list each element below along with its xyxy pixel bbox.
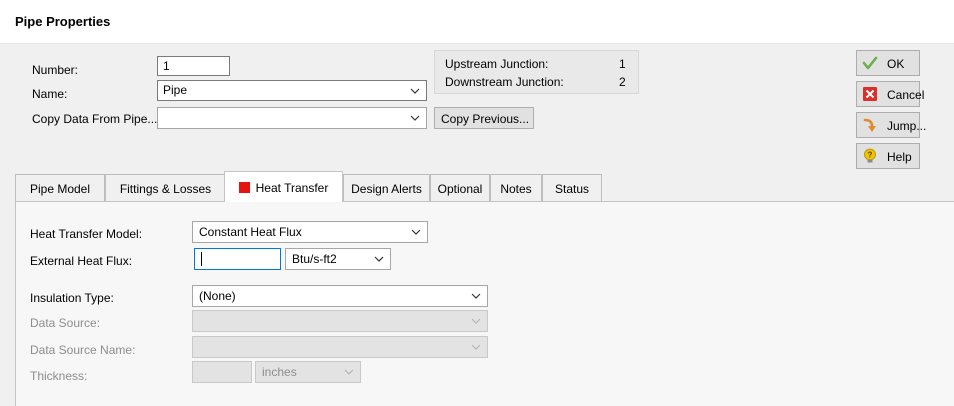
jump-arrow-icon <box>862 117 878 133</box>
tab-pipe-model[interactable]: Pipe Model <box>15 174 105 201</box>
help-label: Help <box>887 150 912 164</box>
number-label: Number: <box>32 63 79 77</box>
tab-notes[interactable]: Notes <box>490 174 542 201</box>
name-value: Pipe <box>163 83 188 97</box>
jump-label: Jump... <box>887 119 927 133</box>
chevron-down-icon <box>410 86 420 96</box>
chevron-down-icon <box>410 113 420 123</box>
insulation-type-label: Insulation Type: <box>30 291 114 305</box>
check-icon <box>862 55 878 71</box>
tab-optional-label: Optional <box>437 182 483 196</box>
ok-label: OK <box>887 57 905 71</box>
thickness-label: Thickness: <box>30 369 88 383</box>
title-bar <box>0 0 954 44</box>
tab-design-alerts-label: Design Alerts <box>351 182 422 196</box>
chevron-down-icon <box>411 227 421 237</box>
text-cursor <box>201 252 202 266</box>
flux-unit-select[interactable]: Btu/s-ft2 <box>285 248 391 270</box>
tab-pipe-model-label: Pipe Model <box>29 182 91 196</box>
chevron-down-icon <box>471 342 481 352</box>
tab-design-alerts[interactable]: Design Alerts <box>343 174 430 201</box>
data-source-name-label: Data Source Name: <box>30 343 136 357</box>
thickness-input[interactable] <box>192 361 252 383</box>
tab-notes-label: Notes <box>500 182 532 196</box>
cancel-label: Cancel <box>887 88 925 102</box>
downstream-junction-label: Downstream Junction: <box>445 75 564 89</box>
cancel-button[interactable]: Cancel <box>856 81 924 107</box>
data-source-label: Data Source: <box>30 316 101 330</box>
svg-text:?: ? <box>868 151 873 160</box>
help-bulb-icon: ? <box>862 148 878 164</box>
chevron-down-icon <box>374 254 384 264</box>
heat-transfer-model-label: Heat Transfer Model: <box>30 227 143 241</box>
external-heat-flux-label: External Heat Flux: <box>30 254 133 268</box>
name-combo[interactable]: Pipe <box>157 80 427 101</box>
heat-transfer-marker-icon <box>238 182 250 193</box>
upstream-junction-label: Upstream Junction: <box>445 57 549 71</box>
tab-heat-transfer[interactable]: Heat Transfer <box>224 171 343 202</box>
chevron-down-icon <box>471 316 481 326</box>
downstream-junction-value: 2 <box>619 75 626 89</box>
close-icon <box>862 86 878 102</box>
tab-heat-transfer-label: Heat Transfer <box>255 181 329 195</box>
jump-button[interactable]: Jump... <box>856 112 926 138</box>
thickness-unit-select[interactable]: inches <box>255 361 361 383</box>
tab-fittings-losses-label: Fittings & Losses <box>119 182 212 196</box>
copy-from-label: Copy Data From Pipe... <box>32 112 158 126</box>
junction-info-box: Upstream Junction: 1 Downstream Junction… <box>434 50 639 94</box>
name-label: Name: <box>32 87 68 101</box>
number-field[interactable]: 1 <box>157 56 230 76</box>
copy-from-combo[interactable] <box>157 107 427 129</box>
help-button[interactable]: ? Help <box>856 143 920 169</box>
data-source-name-select[interactable] <box>192 336 488 358</box>
ok-button[interactable]: OK <box>856 50 920 76</box>
heat-transfer-model-value: Constant Heat Flux <box>199 225 302 239</box>
upstream-junction-value: 1 <box>619 57 626 71</box>
insulation-type-select[interactable]: (None) <box>192 285 488 307</box>
tab-status-label: Status <box>554 182 590 196</box>
data-source-select[interactable] <box>192 310 488 332</box>
external-heat-flux-input[interactable] <box>194 248 281 270</box>
thickness-unit-value: inches <box>262 365 297 379</box>
tab-status[interactable]: Status <box>542 174 602 201</box>
heat-transfer-model-select[interactable]: Constant Heat Flux <box>192 221 428 243</box>
flux-unit-value: Btu/s-ft2 <box>292 252 337 266</box>
window-title: Pipe Properties <box>15 14 111 29</box>
chevron-down-icon <box>471 291 481 301</box>
copy-previous-button[interactable]: Copy Previous... <box>434 107 534 129</box>
chevron-down-icon <box>344 367 354 377</box>
insulation-type-value: (None) <box>199 289 236 303</box>
tab-fittings-losses[interactable]: Fittings & Losses <box>105 174 226 201</box>
tab-optional[interactable]: Optional <box>430 174 490 201</box>
